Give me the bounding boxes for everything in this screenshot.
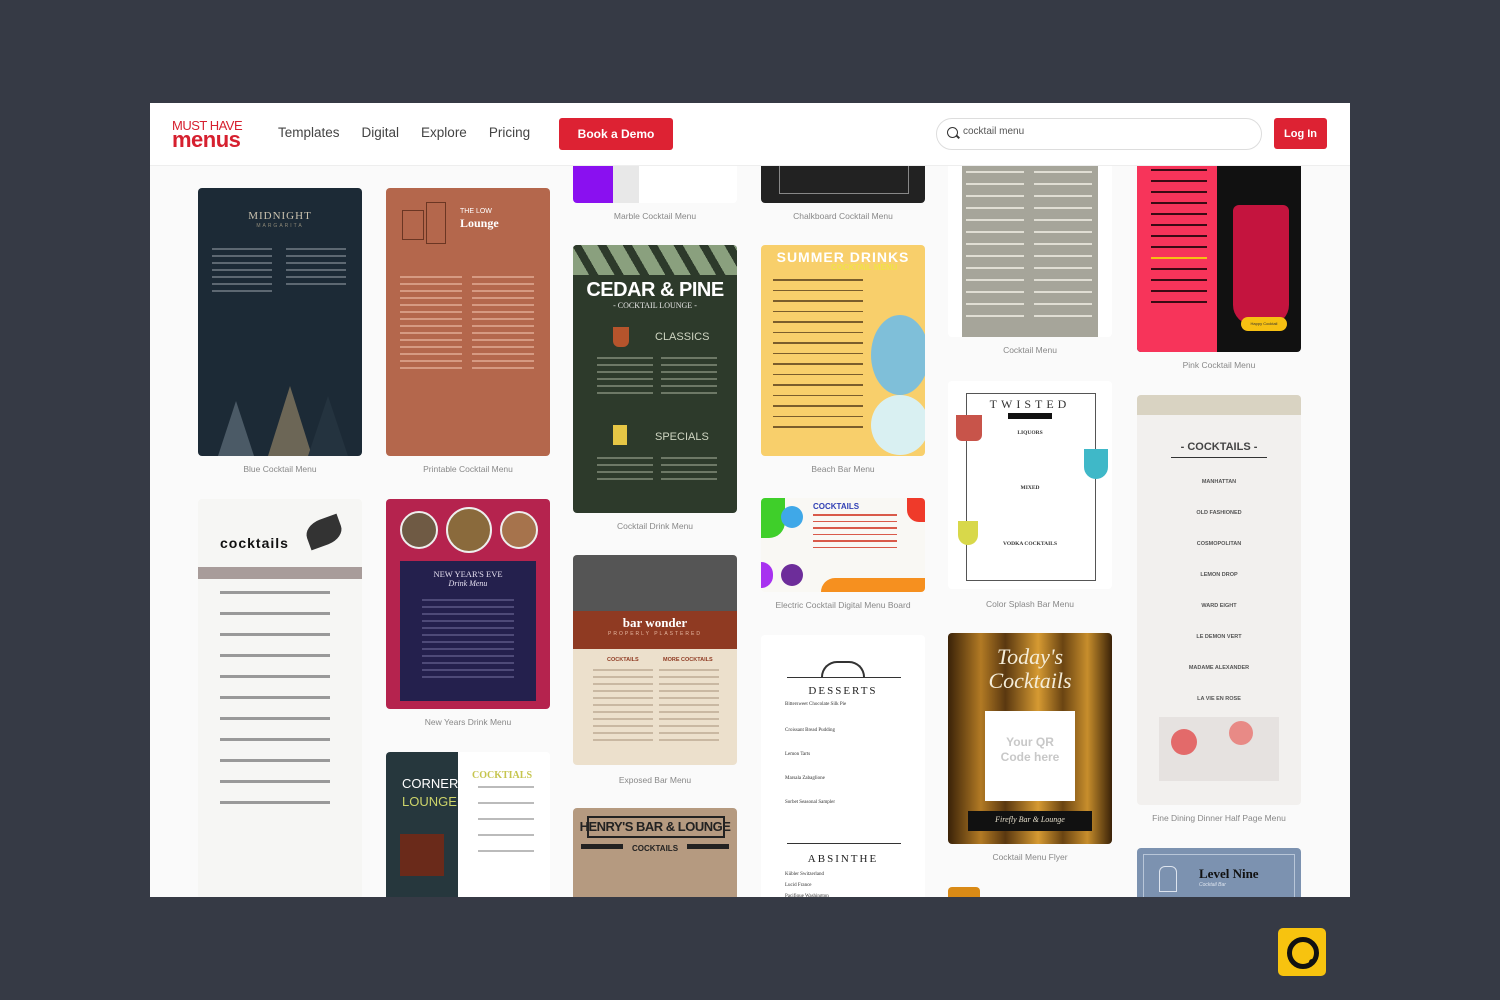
card-caption[interactable]: Cocktail Menu Flyer [948, 852, 1112, 862]
menu-item: Pacifique Washington [785, 894, 829, 897]
thumb-section: SPECIALS [655, 431, 709, 443]
search-icon [947, 127, 958, 138]
card-caption[interactable]: Pink Cocktail Menu [1137, 360, 1301, 370]
thumb-footer: Firefly Bar & Lounge [995, 815, 1065, 824]
thumb-subtitle: LOUNGE [402, 794, 457, 809]
template-thumbnail[interactable]: TWISTED LIQUORS MIXED VODKA COCKTAILS [948, 381, 1112, 589]
thumb-subtitle: COCKTAIL MENU [831, 263, 898, 272]
search-box[interactable] [936, 118, 1262, 150]
menu-item: Lucid France [785, 883, 812, 888]
card-caption[interactable]: Blue Cocktail Menu [198, 464, 362, 474]
card-caption[interactable]: Marble Cocktail Menu [573, 211, 737, 221]
template-thumbnail[interactable]: MIDNIGHT MARGARITA [198, 188, 362, 456]
ring-shape [1287, 937, 1319, 969]
template-thumbnail[interactable]: Happy Cocktail [1137, 165, 1301, 352]
thumb-section: CLASSICS [655, 331, 710, 343]
book-demo-button[interactable]: Book a Demo [559, 118, 673, 150]
template-thumbnail[interactable] [573, 165, 737, 203]
menu-item: Bittersweet Chocolate Silk Pie [785, 702, 847, 707]
thumb-title: cocktails [220, 535, 289, 551]
thumb-title: NEW YEAR'S EVE [433, 569, 503, 579]
template-thumbnail[interactable]: DESSERTS Bittersweet Chocolate Silk Pie … [761, 635, 925, 897]
search-input[interactable] [961, 125, 1245, 138]
thumb-badge: Happy Cocktail [1241, 317, 1287, 331]
menu-item: COSMOPOLITAN [1196, 541, 1242, 547]
template-thumbnail[interactable]: THE LOW Lounge [386, 188, 550, 456]
thumb-title: DESSERTS [808, 685, 878, 697]
menu-item: MANHATTAN [1201, 479, 1237, 485]
thumb-subtitle: - COCKTAIL LOUNGE - [613, 301, 697, 310]
card-caption[interactable]: Color Splash Bar Menu [948, 599, 1112, 609]
fork-bulb-icon[interactable] [1278, 928, 1326, 976]
thumb-title: bar wonder [622, 615, 688, 630]
card-caption[interactable]: Beach Bar Menu [761, 464, 925, 474]
thumb-title: TWISTED [989, 397, 1071, 411]
menu-item: Croissant Bread Pudding [785, 728, 835, 733]
menu-item: LEMON DROP [1200, 572, 1238, 578]
menu-item: WARD EIGHT [1201, 603, 1237, 609]
thumb-section: MORE COCKTAILS [663, 657, 713, 663]
card-caption[interactable]: Electric Cocktail Digital Menu Board [761, 600, 925, 610]
thumb-section: COCKTAILS [607, 657, 639, 663]
thumb-title: MIDNIGHT [248, 210, 312, 222]
thumb-subtitle: Lounge [460, 216, 499, 230]
thumb-title: HENRY'S BAR & LOUNGE [579, 819, 731, 834]
nav-templates[interactable]: Templates [278, 125, 340, 140]
menu-item: LA VIE EN ROSE [1197, 696, 1241, 702]
template-thumbnail[interactable]: cocktails [198, 499, 362, 897]
nav-explore[interactable]: Explore [421, 125, 467, 140]
main-nav: Templates Digital Explore Pricing [278, 125, 530, 140]
card-caption[interactable]: Fine Dining Dinner Half Page Menu [1137, 813, 1301, 823]
thumb-title: - COCKTAILS - [1180, 441, 1258, 453]
thumb-section: COCKTIALS [472, 770, 533, 781]
template-thumbnail[interactable]: Today's Cocktails Your QR Code here Fire… [948, 633, 1112, 844]
thumb-title: THE LOW [460, 208, 492, 215]
card-caption[interactable]: New Years Drink Menu [386, 717, 550, 727]
template-thumbnail[interactable] [948, 165, 1112, 337]
template-thumbnail[interactable]: NEW YEAR'S EVE Drink Menu [386, 499, 550, 709]
card-caption[interactable]: Chalkboard Cocktail Menu [761, 211, 925, 221]
menu-item: Marsala Zabaglione [785, 776, 825, 781]
thumb-title: Today's Cocktails [988, 644, 1072, 693]
menu-item: OLD FASHIONED [1196, 510, 1242, 516]
browser-window: MUST HAVE menus Templates Digital Explor… [150, 103, 1350, 897]
template-thumbnail[interactable]: HENRY'S BAR & LOUNGE COCKTAILS [573, 808, 737, 897]
menu-item: Sorbet Seasonal Sampler [785, 800, 835, 805]
template-thumbnail[interactable]: SUMMER DRINKS COCKTAIL MENU [761, 245, 925, 456]
thumb-subtitle: Cocktail Bar [1199, 882, 1226, 888]
template-thumbnail[interactable]: - COCKTAILS - MANHATTAN OLD FASHIONED CO… [1137, 395, 1301, 805]
thumb-section: ABSINTHE [807, 853, 879, 865]
template-thumbnail[interactable]: Level Nine Cocktail Bar [1137, 848, 1301, 897]
template-thumbnail[interactable]: CEDAR & PINE - COCKTAIL LOUNGE - CLASSIC… [573, 245, 737, 513]
nav-pricing[interactable]: Pricing [489, 125, 530, 140]
thumb-subtitle: MARGARITA [256, 223, 304, 229]
logo[interactable]: MUST HAVE menus [172, 119, 243, 152]
login-button[interactable]: Log In [1274, 118, 1327, 149]
thumb-title: CORNER [402, 776, 459, 791]
menu-item: Kübler Switzerland [785, 872, 825, 877]
template-thumbnail[interactable] [761, 165, 925, 203]
thumb-subtitle: Drink Menu [448, 579, 488, 588]
card-caption[interactable]: Cocktail Menu [948, 345, 1112, 355]
card-caption[interactable]: Printable Cocktail Menu [386, 464, 550, 474]
template-thumbnail[interactable]: CORNER LOUNGE COCKTIALS [386, 752, 550, 897]
thumb-title: CEDAR & PINE [586, 279, 724, 301]
menu-item: Lemon Tarts [785, 752, 811, 757]
qr-placeholder: Your QR Code here [1000, 735, 1060, 764]
menu-item: MADAME ALEXANDER [1188, 665, 1250, 671]
tail-shape [1309, 959, 1315, 965]
template-thumbnail[interactable] [948, 887, 980, 897]
thumb-section: MIXED [1020, 485, 1040, 491]
menu-item: LE DEMON VERT [1196, 634, 1242, 640]
thumb-subtitle: PROPERLY PLASTERED [608, 631, 702, 637]
nav-digital[interactable]: Digital [362, 125, 400, 140]
template-thumbnail[interactable]: COCKTAILS [761, 498, 925, 592]
site-header: MUST HAVE menus Templates Digital Explor… [150, 103, 1350, 166]
logo-bottom: menus [172, 127, 241, 152]
thumb-title: Level Nine [1199, 866, 1259, 881]
card-caption[interactable]: Cocktail Drink Menu [573, 521, 737, 531]
template-thumbnail[interactable]: bar wonder PROPERLY PLASTERED COCKTAILS … [573, 555, 737, 765]
card-caption[interactable]: Exposed Bar Menu [573, 775, 737, 785]
thumb-title: COCKTAILS [813, 502, 860, 511]
